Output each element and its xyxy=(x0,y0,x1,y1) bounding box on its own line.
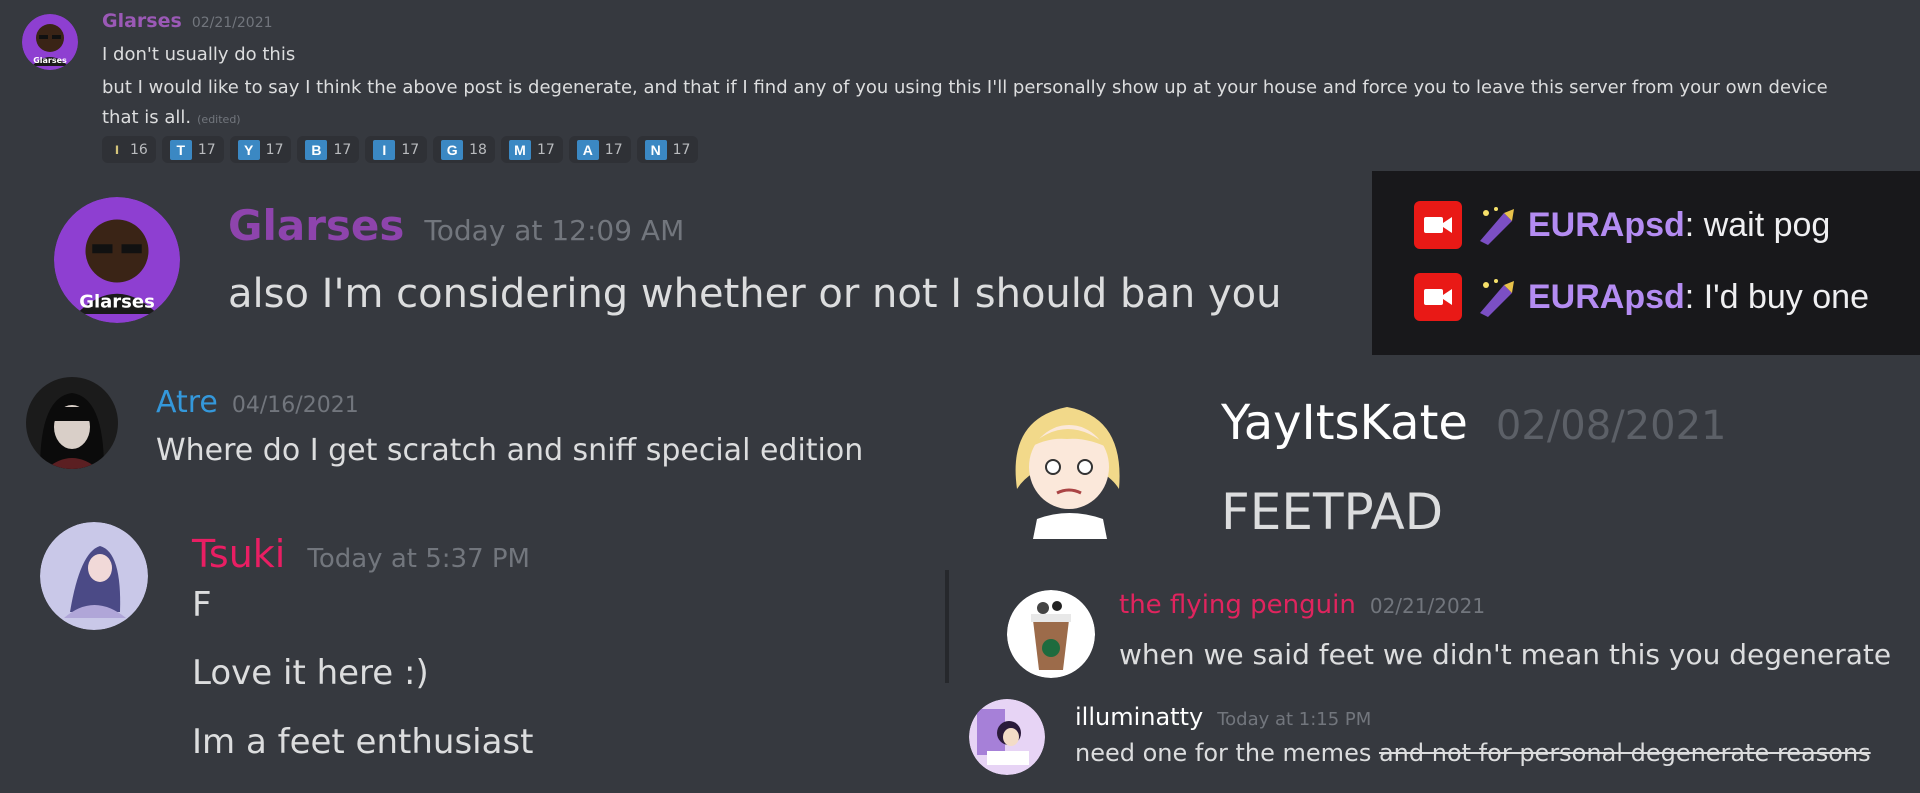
reaction-count: 17 xyxy=(672,141,691,158)
reaction-count: 17 xyxy=(265,141,284,158)
reaction-count: 17 xyxy=(401,141,420,158)
message-line: but I would like to say I think the abov… xyxy=(102,77,1828,98)
avatar[interactable] xyxy=(40,522,148,630)
regional-indicator-m-icon: M xyxy=(508,139,531,160)
timestamp: Today at 1:15 PM xyxy=(1217,709,1372,730)
message-panel-the-flying-penguin: the flying penguin 02/21/2021 when we sai… xyxy=(945,570,1920,683)
timestamp: 02/08/2021 xyxy=(1495,403,1727,449)
message-panel-glarses-large: Glarses Glarses Today at 12:09 AM also I'… xyxy=(0,171,1374,355)
dart-icon: ı xyxy=(114,140,120,158)
chat-username[interactable]: EURApsd xyxy=(1528,206,1685,245)
author-name[interactable]: the flying penguin xyxy=(1119,590,1356,620)
regional-indicator-y-icon: Y xyxy=(237,139,260,160)
reactions-bar: ı 16 T 17 Y 17 B 17 I 17 G 18 M 17 A 17 N 17 xyxy=(102,136,699,163)
message-panel-glarses-small: Glarses Glarses 02/21/2021 I don't usuall… xyxy=(0,0,1920,171)
message-text: FEETPAD xyxy=(1221,483,1444,541)
message-panel-tsuki: Tsuki Today at 5:37 PM F Love it here :) … xyxy=(0,500,945,793)
regional-indicator-g-icon: G xyxy=(441,139,464,160)
twitch-chat-panel: EURApsd: wait pog EURApsd: I'd buy one xyxy=(1372,171,1920,355)
regional-indicator-a-icon: A xyxy=(576,139,599,160)
timestamp: 02/21/2021 xyxy=(191,15,273,31)
author-name[interactable]: Glarses xyxy=(228,201,404,250)
timestamp: Today at 12:09 AM xyxy=(424,214,685,247)
message-line: Im a feet enthusiast xyxy=(192,722,534,762)
chat-text: : I'd buy one xyxy=(1684,277,1869,316)
avatar[interactable]: Glarses xyxy=(22,14,78,70)
avatar[interactable] xyxy=(969,699,1045,775)
message-line: I don't usually do this xyxy=(102,44,296,65)
author-name[interactable]: Glarses xyxy=(102,10,182,32)
reaction-n[interactable]: N 17 xyxy=(636,136,699,163)
message-text-wrap: need one for the memes and not for perso… xyxy=(1075,739,1871,767)
message-panel-yayitskate: YayItsKate 02/08/2021 FEETPAD xyxy=(955,355,1920,570)
reaction-y[interactable]: Y 17 xyxy=(229,136,292,163)
message-line: Love it here :) xyxy=(192,653,429,693)
video-camera-icon xyxy=(1414,273,1462,321)
author-name[interactable]: Atre xyxy=(156,385,218,420)
avatar[interactable] xyxy=(1007,389,1127,539)
avatar[interactable] xyxy=(1007,590,1095,678)
reaction-count: 16 xyxy=(130,141,148,158)
message-text: also I'm considering whether or not I sh… xyxy=(228,271,1282,317)
regional-indicator-i-icon: I xyxy=(373,139,396,160)
author-name[interactable]: YayItsKate xyxy=(1221,395,1468,451)
edited-label: (edited) xyxy=(197,113,241,126)
avatar[interactable]: Glarses xyxy=(54,197,180,323)
reaction-b[interactable]: B 17 xyxy=(297,136,360,163)
message-line: F xyxy=(192,585,212,625)
reaction-count: 17 xyxy=(536,141,555,158)
video-camera-icon xyxy=(1414,201,1462,249)
svg-text:Glarses: Glarses xyxy=(33,56,67,65)
chat-line: EURApsd: wait pog xyxy=(1414,201,1830,249)
reaction-dart[interactable]: ı 16 xyxy=(102,136,156,163)
reaction-count: 17 xyxy=(197,141,216,158)
timestamp: 04/16/2021 xyxy=(231,393,359,418)
chat-text: : wait pog xyxy=(1684,205,1831,244)
regional-indicator-t-icon: T xyxy=(169,139,192,160)
timestamp: Today at 5:37 PM xyxy=(307,544,530,574)
reaction-m[interactable]: M 17 xyxy=(500,136,563,163)
message-text: when we said feet we didn't mean this yo… xyxy=(1119,638,1892,671)
message-line-wrap: that is all. (edited) xyxy=(102,107,241,128)
regional-indicator-b-icon: B xyxy=(305,139,328,160)
strikethrough-text: and not for personal degenerate reasons xyxy=(1378,739,1871,767)
message-text: need one for the memes xyxy=(1075,739,1379,767)
regional-indicator-n-icon: N xyxy=(644,139,667,160)
reaction-count: 17 xyxy=(333,141,352,158)
chat-line: EURApsd: I'd buy one xyxy=(1414,273,1869,321)
reaction-count: 17 xyxy=(604,141,623,158)
timestamp: 02/21/2021 xyxy=(1369,594,1486,618)
message-text: Where do I get scratch and sniff special… xyxy=(156,433,864,468)
message-line: that is all. xyxy=(102,107,192,128)
message-panel-atre: Atre 04/16/2021 Where do I get scratch an… xyxy=(0,355,955,500)
badge-icon xyxy=(1474,275,1518,319)
reaction-t[interactable]: T 17 xyxy=(161,136,224,163)
reaction-g[interactable]: G 18 xyxy=(433,136,495,163)
avatar[interactable] xyxy=(26,377,118,469)
chat-username[interactable]: EURApsd xyxy=(1528,278,1685,317)
svg-text:Glarses: Glarses xyxy=(79,291,155,312)
badge-icon xyxy=(1474,203,1518,247)
reaction-i[interactable]: I 17 xyxy=(365,136,428,163)
reaction-a[interactable]: A 17 xyxy=(568,136,631,163)
reaction-count: 18 xyxy=(469,141,487,158)
author-name[interactable]: illuminatty xyxy=(1075,703,1203,731)
author-name[interactable]: Tsuki xyxy=(192,532,285,576)
message-panel-illuminatty: illuminatty Today at 1:15 PM need one for… xyxy=(945,683,1920,793)
